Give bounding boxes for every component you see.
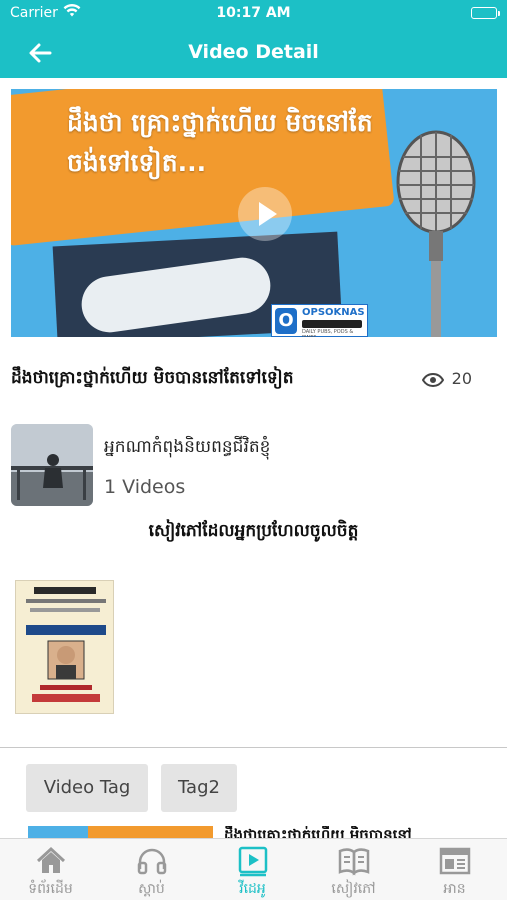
video-thumbnail[interactable]: ដឹងថា គ្រោះថ្នាក់ហើយ មិចនៅតែចង់ទៅទៀត... …	[11, 89, 497, 337]
home-icon	[0, 845, 101, 879]
eye-icon	[421, 372, 444, 391]
tab-listen[interactable]: ស្តាប់	[101, 845, 202, 901]
play-icon	[259, 202, 277, 226]
tab-read[interactable]: អាន	[404, 845, 505, 901]
tab-bar: ទំព័រដើម ស្តាប់ វីដេអូ សៀវភៅ អាន	[0, 838, 507, 900]
tab-video[interactable]: វីដេអូ	[202, 845, 303, 901]
headphones-icon	[101, 845, 202, 879]
microphone-icon	[381, 127, 491, 337]
tab-home[interactable]: ទំព័រដើម	[0, 845, 101, 901]
view-count: 20	[421, 369, 472, 388]
brand-logo: O OPSOKNAS DAILY PUBS, PODS & PINES	[271, 304, 368, 337]
brand-name: OPSOKNAS	[302, 307, 365, 318]
book-icon	[303, 845, 404, 879]
author-name[interactable]: អ្នកណាកំពុងនិយពន្ធជីវិតខ្ញុំ	[104, 436, 270, 461]
view-count-value: 20	[451, 369, 472, 388]
video-title: ដឹងថាគ្រោះថ្នាក់ហើយ មិចបាននៅតែទៅទៀត	[11, 368, 294, 388]
thumbnail-overlay-text: ដឹងថា គ្រោះថ្នាក់ហើយ មិចនៅតែចង់ទៅទៀត...	[67, 108, 373, 177]
brand-tagline: DAILY PUBS, PODS & PINES	[302, 329, 354, 337]
tags-row: Video Tag Tag2	[0, 748, 507, 838]
page-title: Video Detail	[188, 41, 319, 63]
author-avatar[interactable]	[11, 424, 93, 506]
book-cover[interactable]	[15, 580, 114, 714]
tab-read-label: អាន	[443, 881, 466, 897]
clock: 10:17 AM	[216, 5, 291, 21]
play-button[interactable]	[238, 187, 292, 241]
tag-chip[interactable]: Video Tag	[26, 764, 148, 812]
tab-video-label: វីដេអូ	[239, 881, 266, 897]
video-icon	[202, 845, 303, 879]
news-icon	[404, 845, 505, 879]
tab-books[interactable]: សៀវភៅ	[303, 845, 404, 901]
brand-logo-mark: O	[275, 308, 297, 334]
battery-icon	[471, 7, 500, 19]
tab-home-label: ទំព័រដើម	[28, 881, 73, 897]
app-store-badges	[302, 320, 362, 328]
tab-listen-label: ស្តាប់	[138, 881, 165, 897]
tab-books-label: សៀវភៅ	[331, 881, 376, 897]
nav-bar: Video Detail	[0, 28, 507, 78]
status-bar: Carrier 10:17 AM	[0, 0, 507, 28]
author-video-count: 1 Videos	[104, 476, 186, 498]
recommended-books-heading: សៀវភៅដែលអ្នកប្រហែលចូលចិត្ត	[148, 521, 359, 541]
tag-chip[interactable]: Tag2	[161, 764, 237, 812]
